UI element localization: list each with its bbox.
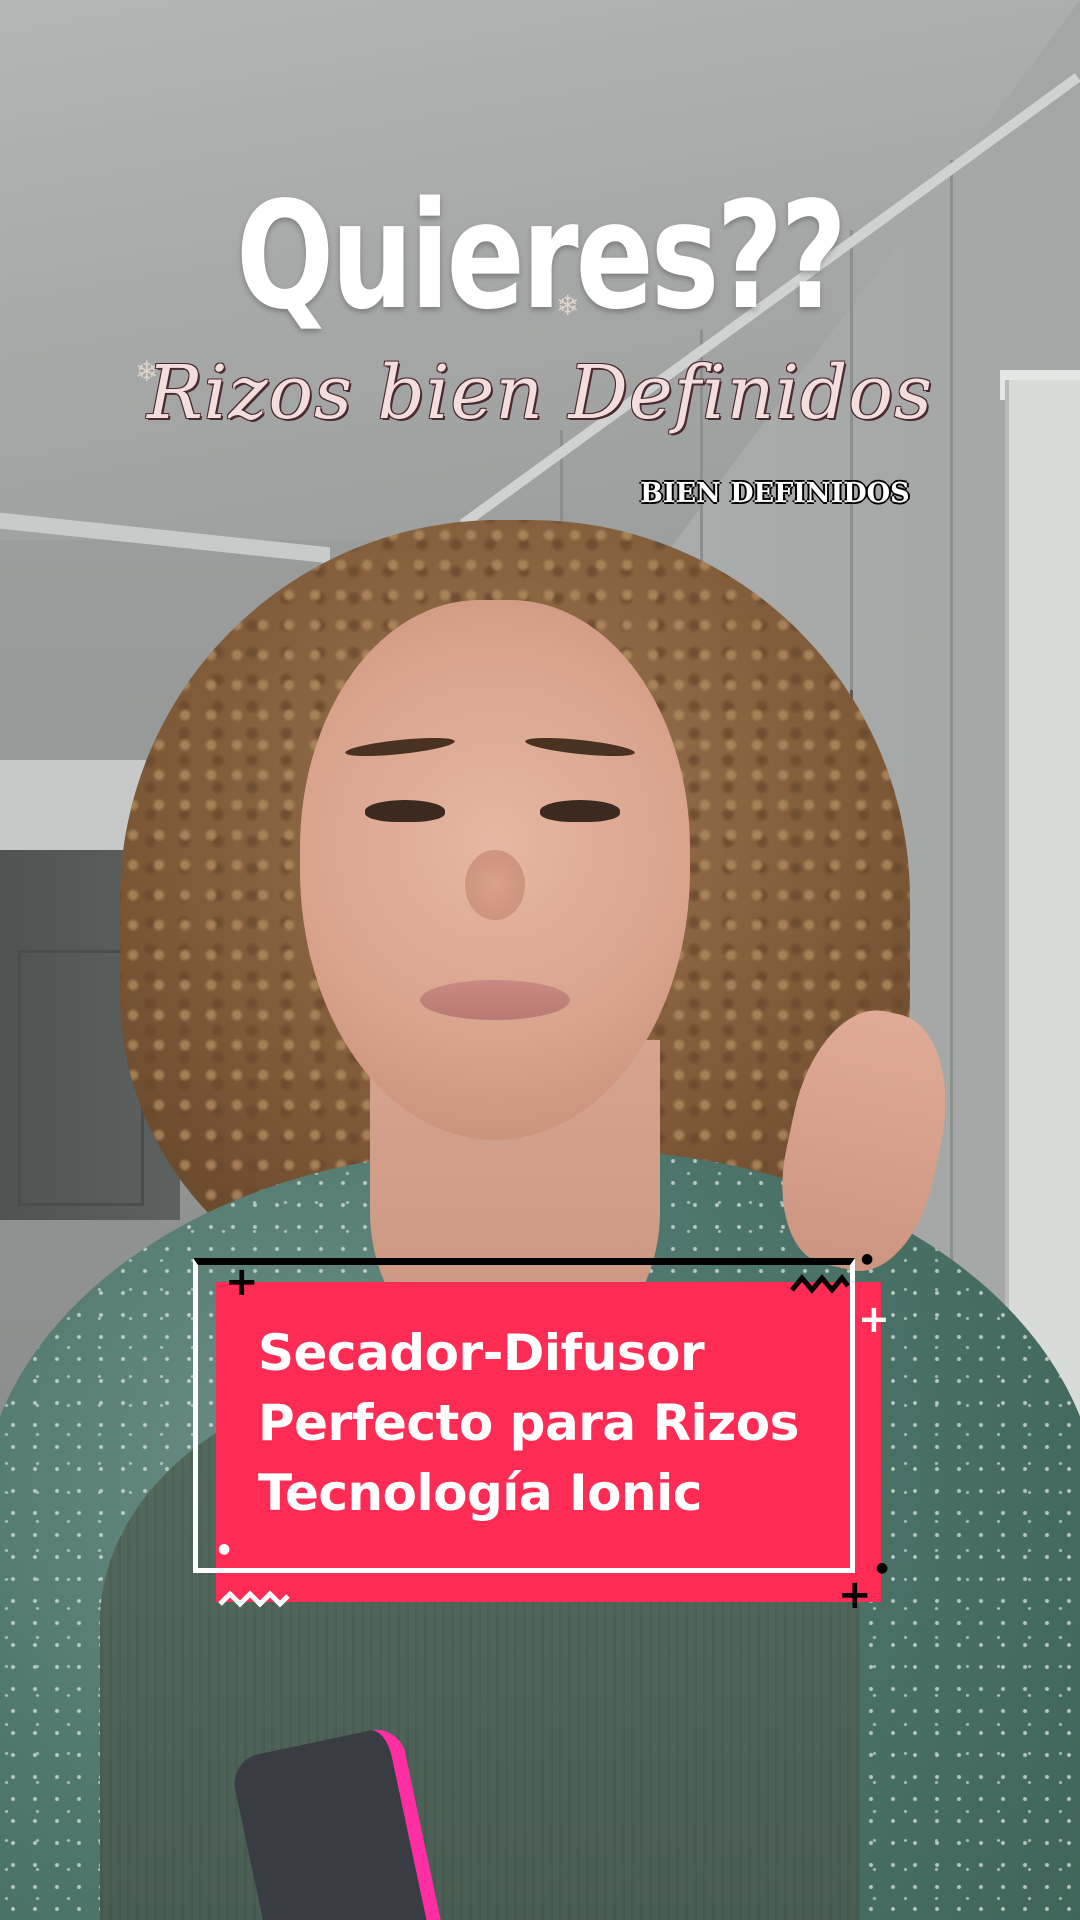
callout-line-3: Tecnología Ionic bbox=[258, 1464, 702, 1522]
script-subtitle: Rizos bien Definidos bbox=[147, 350, 933, 436]
plus-icon: + bbox=[858, 1297, 890, 1341]
headline-text: Quieres?? bbox=[236, 170, 847, 342]
lips bbox=[420, 980, 570, 1020]
small-caption: BIEN DEFINIDOS bbox=[640, 478, 910, 509]
dot-icon: ● bbox=[861, 1251, 874, 1267]
video-frame: ❄ ❄ ❄ Quieres?? Rizos bien Definidos BIE… bbox=[0, 0, 1080, 1920]
callout-box-text: Secador-Difusor Perfecto para Rizos Tecn… bbox=[258, 1318, 858, 1528]
left-eye bbox=[365, 800, 445, 822]
zigzag-icon bbox=[218, 1590, 290, 1608]
dot-icon: ● bbox=[218, 1541, 231, 1557]
plus-icon: + bbox=[838, 1572, 872, 1618]
right-eye bbox=[540, 800, 620, 822]
nose bbox=[465, 850, 525, 920]
callout-line-2: Perfecto para Rizos bbox=[258, 1394, 799, 1452]
callout-line-1: Secador-Difusor bbox=[258, 1324, 705, 1382]
zigzag-icon bbox=[790, 1273, 850, 1294]
plus-icon: + bbox=[225, 1259, 259, 1305]
dot-icon: ● bbox=[876, 1560, 889, 1576]
